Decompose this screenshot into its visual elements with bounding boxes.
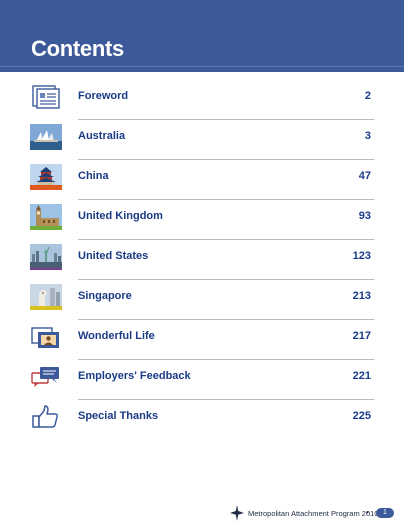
statue-of-liberty-photo (30, 244, 62, 270)
toc-item-label: Special Thanks (78, 410, 159, 422)
toc-item-page: 217 (352, 330, 371, 342)
photo-frames-icon (31, 327, 59, 348)
toc-item-china[interactable]: China 47 (30, 158, 374, 200)
merlion-photo (30, 284, 62, 310)
toc-item-label: Australia (78, 130, 126, 142)
toc-item-australia[interactable]: Australia 3 (30, 118, 374, 160)
page-footer: Metropolitan Attachment Program 2010 • 1 (230, 505, 400, 523)
speech-bubbles-icon (31, 367, 59, 387)
header-rule (0, 66, 404, 67)
footer-bullet: • (366, 508, 369, 517)
toc-item-united-states[interactable]: United States 123 (30, 238, 374, 280)
toc-item-label: Wonderful Life (78, 330, 155, 342)
toc-item-label: China (78, 170, 109, 182)
toc-item-united-kingdom[interactable]: United Kingdom 93 (30, 198, 374, 240)
toc-item-wonderful-life[interactable]: Wonderful Life 217 (30, 318, 374, 360)
toc-item-label: Singapore (78, 290, 132, 302)
toc-item-label: Foreword (78, 90, 129, 102)
page-number-badge: 1 (376, 508, 394, 518)
toc-item-foreword[interactable]: Foreword 2 (30, 78, 374, 120)
toc-item-page: 3 (364, 130, 371, 142)
toc-item-page: 2 (364, 90, 371, 102)
document-list-icon (32, 85, 60, 109)
toc-item-employers-feedback[interactable]: Employers' Feedback 221 (30, 358, 374, 400)
contents-header: Contents (0, 0, 404, 72)
toc-item-page: 221 (352, 370, 371, 382)
toc-item-page: 225 (352, 410, 371, 422)
program-logo-icon (230, 505, 244, 521)
toc-item-label: United States (78, 250, 149, 262)
toc-item-page: 47 (358, 170, 371, 182)
toc-item-singapore[interactable]: Singapore 213 (30, 278, 374, 320)
big-ben-photo (30, 204, 62, 230)
toc-item-label: United Kingdom (78, 210, 163, 222)
sydney-opera-house-photo (30, 124, 62, 150)
temple-of-heaven-photo (30, 164, 62, 190)
toc-item-label: Employers' Feedback (78, 370, 191, 382)
toc-item-special-thanks[interactable]: Special Thanks 225 (30, 398, 374, 438)
thumbs-up-icon (32, 405, 58, 428)
footer-program-name: Metropolitan Attachment Program 2010 (248, 509, 379, 518)
toc-item-page: 213 (352, 290, 371, 302)
toc-item-page: 93 (358, 210, 371, 222)
page-title: Contents (31, 36, 124, 61)
toc-item-page: 123 (352, 250, 371, 262)
